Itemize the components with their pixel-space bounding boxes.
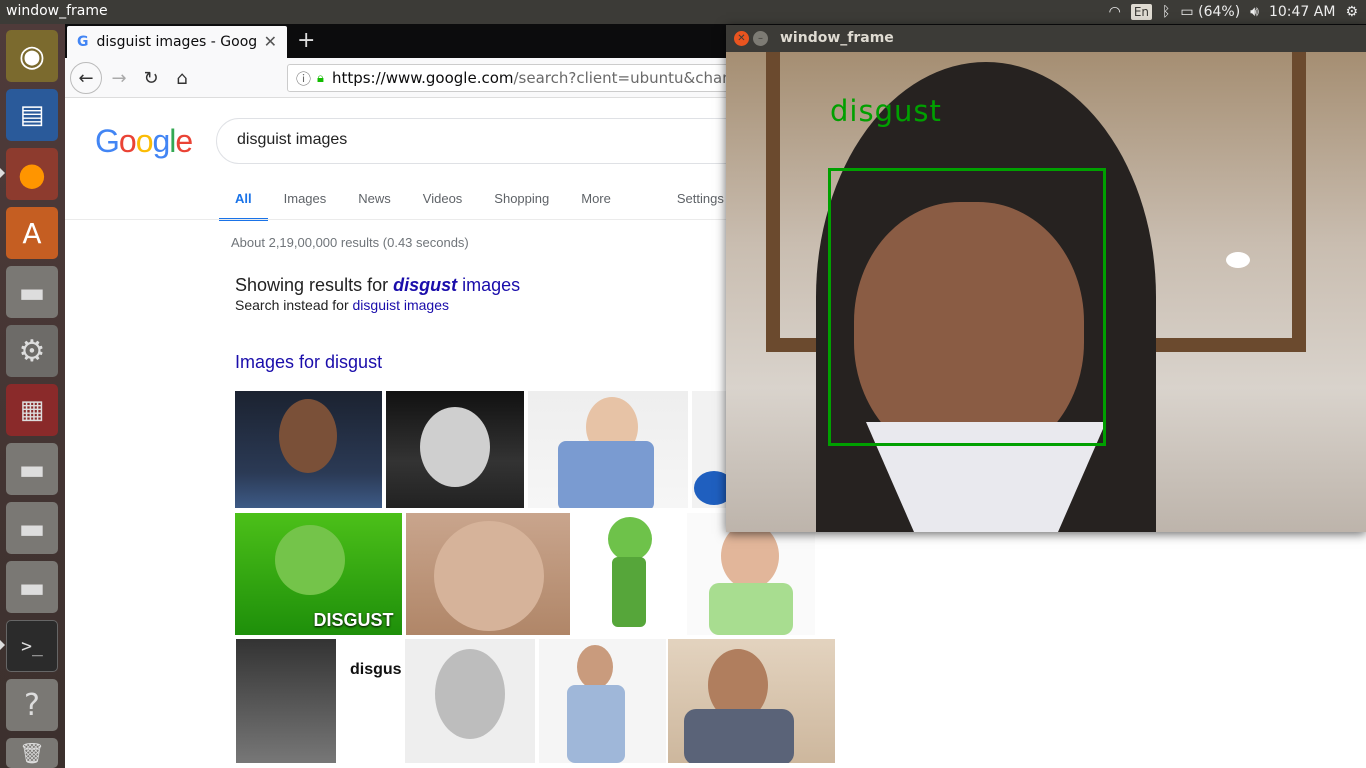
help-icon[interactable]: ? (6, 679, 58, 731)
face-shape (275, 525, 345, 595)
url-host: https://www.google.com (331, 69, 514, 87)
face-shape (435, 649, 505, 739)
search-instead: Search instead for disguist images (235, 297, 449, 313)
spelling-correction: Showing results for disgust images (235, 275, 520, 296)
close-icon[interactable]: ✕ (734, 31, 749, 46)
tab-all[interactable]: All (219, 187, 268, 221)
window-titlebar[interactable]: ✕ – window_frame (726, 25, 1366, 52)
ubuntu-dash-icon[interactable]: ◉ (6, 30, 58, 82)
tab-images[interactable]: Images (268, 187, 343, 221)
tab-title: disguist images - Google Search (96, 34, 257, 50)
ubuntu-software-icon[interactable]: A (6, 207, 58, 259)
face-shape (279, 399, 337, 473)
info-icon[interactable]: ⓘ (296, 68, 311, 89)
face-shape (420, 407, 490, 487)
image-thumbnail[interactable] (528, 391, 688, 508)
battery-percent: (64%) (1198, 4, 1241, 20)
files-icon[interactable]: ▦ (6, 384, 58, 436)
camera-frame: disgust (726, 52, 1366, 532)
shirt-shape (709, 583, 793, 635)
drive-icon[interactable]: ▬ (6, 266, 58, 318)
image-thumbnail[interactable]: DISGUST (235, 513, 402, 635)
tab-more[interactable]: More (565, 187, 627, 221)
lock-icon: 🔒︎ (317, 70, 324, 86)
face-shape (608, 517, 652, 561)
result-stats: About 2,19,00,000 results (0.43 seconds) (231, 235, 469, 250)
image-thumbnail[interactable] (235, 391, 382, 508)
running-indicator (0, 640, 5, 650)
tab-videos[interactable]: Videos (407, 187, 479, 221)
window-title: window_frame (780, 30, 894, 46)
reload-button[interactable]: ↻ (137, 64, 165, 92)
body-shape (567, 685, 625, 763)
instead-prefix: Search instead for (235, 297, 353, 313)
shirt-shape (558, 441, 654, 508)
top-panel: window_frame ◠ En ᛒ ▭ (64%) 🔊︎ 10:47 AM … (0, 0, 1366, 24)
image-thumbnail[interactable] (406, 513, 570, 635)
system-settings-icon[interactable]: ⚙ (6, 325, 58, 377)
face-shape (577, 645, 613, 689)
shirt-shape (684, 709, 794, 763)
face-shape (721, 523, 779, 589)
corrected-term: disgust (393, 275, 458, 295)
shirt-shape (694, 471, 726, 505)
battery-indicator[interactable]: ▭ (64%) (1180, 4, 1240, 20)
corrected-suffix: images (457, 275, 521, 295)
browser-tab[interactable]: G disguist images - Google Search ✕ (67, 26, 287, 58)
showing-prefix: Showing results for (235, 275, 394, 295)
firefox-icon[interactable]: ● (6, 148, 58, 200)
emotion-label: disgust (830, 94, 942, 128)
google-favicon-icon: G (77, 34, 89, 50)
volume-icon[interactable]: 🔊︎ (1250, 4, 1259, 20)
body-shape (612, 557, 646, 627)
image-thumbnail[interactable] (692, 391, 726, 508)
image-thumbnail[interactable] (386, 391, 524, 508)
search-tabs: All Images News Videos Shopping More Set… (219, 187, 740, 221)
forward-button[interactable]: → (105, 64, 133, 92)
minimize-icon[interactable]: – (753, 31, 768, 46)
clock[interactable]: 10:47 AM (1269, 4, 1335, 20)
drive-icon[interactable]: ▬ (6, 561, 58, 613)
running-indicator (0, 168, 5, 178)
image-thumbnail[interactable] (668, 639, 835, 763)
diagram-text: disgus (350, 661, 402, 678)
tab-shopping[interactable]: Shopping (478, 187, 565, 221)
drive-icon[interactable]: ▬ (6, 443, 58, 495)
face-bounding-box (828, 168, 1106, 446)
keyboard-language-indicator[interactable]: En (1130, 4, 1153, 20)
gear-icon[interactable]: ⚙ (1345, 4, 1358, 20)
new-tab-button[interactable]: + (297, 28, 315, 53)
bluetooth-icon[interactable]: ᛒ (1162, 4, 1170, 20)
image-thumbnail[interactable] (405, 639, 535, 763)
corrected-query-link[interactable]: disgust images (393, 275, 520, 295)
system-tray: ◠ En ᛒ ▭ (64%) 🔊︎ 10:47 AM ⚙ (1109, 0, 1358, 24)
drive-icon[interactable]: ▬ (6, 502, 58, 554)
tab-news[interactable]: News (342, 187, 407, 221)
home-button[interactable]: ⌂ (168, 64, 196, 92)
face-shape (236, 639, 336, 763)
original-query-link[interactable]: disguist images (353, 297, 450, 313)
back-button[interactable]: ← (70, 62, 102, 94)
libreoffice-writer-icon[interactable]: ▤ (6, 89, 58, 141)
terminal-icon[interactable]: >_ (6, 620, 58, 672)
opencv-window: ✕ – window_frame disgust (726, 25, 1366, 532)
unity-launcher: ◉ ▤ ● A ▬ ⚙ ▦ ▬ ▬ ▬ >_ ? 🗑︎ (0, 24, 65, 768)
image-thumbnail[interactable] (539, 639, 666, 763)
active-window-title: window_frame (6, 3, 108, 19)
trash-icon[interactable]: 🗑︎ (6, 738, 58, 768)
image-thumbnail[interactable]: disgus (236, 639, 403, 763)
google-logo[interactable]: Google (95, 123, 193, 160)
close-tab-icon[interactable]: ✕ (264, 32, 277, 51)
images-heading-link[interactable]: Images for disgust (235, 352, 382, 373)
face-shape (434, 521, 544, 631)
image-thumbnail[interactable] (574, 513, 683, 635)
tab-settings[interactable]: Settings (627, 187, 740, 221)
wifi-icon[interactable]: ◠ (1109, 4, 1121, 20)
light-reflection (1226, 252, 1250, 268)
thumbnail-caption: DISGUST (313, 610, 394, 630)
